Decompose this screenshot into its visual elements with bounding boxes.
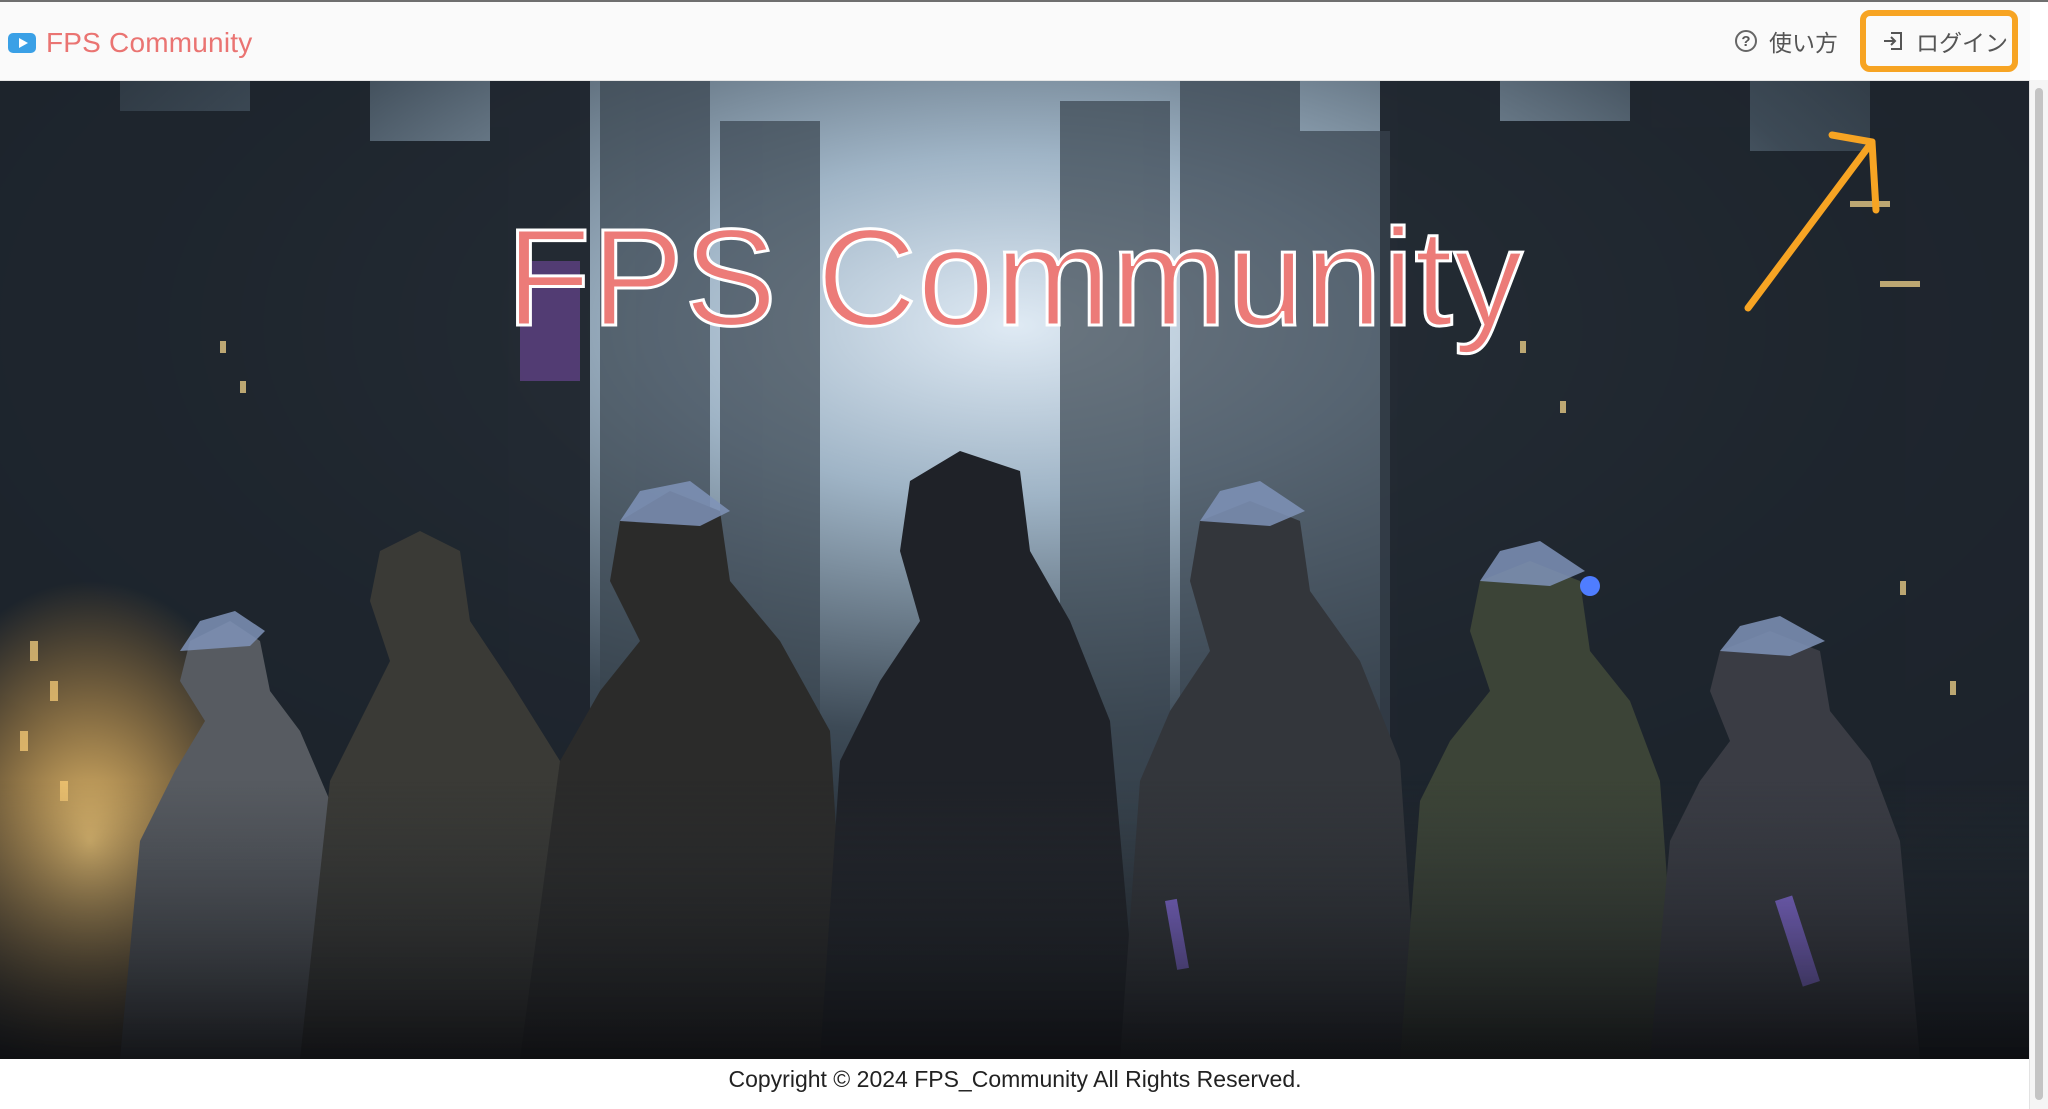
copyright-text: Copyright © 2024 FPS_Community All Right… [728,1065,1302,1092]
video-play-icon [8,33,36,53]
login-label: ログイン [1916,30,2008,56]
hero-banner: FPS Community [0,81,2030,1059]
login-inner: ログイン [1882,24,2008,58]
scrollbar-thumb[interactable] [2035,88,2043,1100]
sign-in-icon [1882,30,1904,52]
footer: Copyright © 2024 FPS_Community All Right… [0,1059,2030,1099]
vertical-scrollbar[interactable] [2029,80,2048,1109]
brand-link[interactable]: FPS Community [8,24,252,62]
question-circle-icon: ? [1735,30,1757,52]
help-label: 使い方 [1769,30,1838,56]
page: FPS Community ? 使い方 ログイン FPS Community C… [0,0,2048,1109]
nav-right: ? 使い方 ログイン [1721,2,2030,80]
brand-label: FPS Community [46,27,253,58]
help-link[interactable]: ? 使い方 [1721,2,1852,80]
hero-title: FPS Community [505,200,1525,357]
navbar: FPS Community ? 使い方 ログイン [0,2,2030,81]
login-link[interactable]: ログイン [1860,2,2030,80]
